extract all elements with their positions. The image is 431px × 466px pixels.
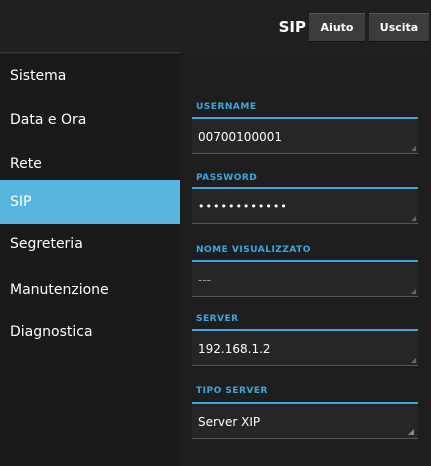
help-button[interactable]: Aiuto — [309, 13, 365, 42]
page-title: SIP — [278, 18, 306, 36]
display-name-value: --- — [198, 272, 211, 287]
password-value: •••••••••••• — [198, 200, 288, 213]
sidebar-item-manutenzione[interactable]: Manutenzione — [0, 268, 180, 312]
username-value: 00700100001 — [198, 129, 282, 144]
server-underline — [192, 329, 418, 331]
server-type-select[interactable]: Server XIP — [192, 405, 418, 439]
sidebar-item-sistema[interactable]: Sistema — [0, 54, 180, 98]
password-field[interactable]: •••••••••••• — [192, 190, 418, 224]
sidebar-item-label: Sistema — [10, 68, 67, 84]
display-name-field[interactable]: --- — [192, 263, 418, 297]
password-label: PASSWORD — [196, 173, 258, 183]
username-label: USERNAME — [196, 102, 257, 112]
resize-corner-icon — [411, 358, 416, 363]
dropdown-arrow-icon — [408, 429, 414, 435]
server-field[interactable]: 192.168.1.2 — [192, 332, 418, 366]
sidebar-item-segreteria[interactable]: Segreteria — [0, 222, 180, 266]
exit-button[interactable]: Uscita — [369, 13, 429, 42]
sidebar-item-label: Segreteria — [10, 236, 83, 252]
server-type-value: Server XIP — [198, 414, 261, 429]
sidebar-item-label: Manutenzione — [10, 282, 109, 298]
display-name-underline — [192, 260, 418, 262]
sidebar-item-diagnostica[interactable]: Diagnostica — [0, 310, 180, 354]
sidebar-item-label: SIP — [10, 194, 32, 210]
username-field[interactable]: 00700100001 — [192, 120, 418, 154]
header-bar: SIP Aiuto Uscita — [0, 0, 431, 54]
username-underline — [192, 117, 418, 119]
sidebar: Sistema Data e Ora Rete SIP Segreteria M… — [0, 54, 180, 466]
display-name-label: NOME VISUALIZZATO — [196, 245, 311, 255]
sidebar-item-sip[interactable]: SIP — [0, 180, 180, 224]
sidebar-item-label: Diagnostica — [10, 324, 93, 340]
header-divider — [0, 52, 180, 53]
resize-corner-icon — [411, 216, 416, 221]
server-type-underline — [192, 402, 418, 404]
resize-corner-icon — [411, 146, 416, 151]
sidebar-item-label: Rete — [10, 156, 42, 172]
server-type-label: TIPO SERVER — [196, 386, 268, 396]
server-value: 192.168.1.2 — [198, 341, 271, 356]
password-underline — [192, 187, 418, 189]
sip-settings-form: USERNAME 00700100001 PASSWORD ••••••••••… — [180, 54, 431, 466]
server-label: SERVER — [196, 314, 239, 324]
resize-corner-icon — [411, 289, 416, 294]
sidebar-item-label: Data e Ora — [10, 112, 87, 128]
sidebar-item-data-e-ora[interactable]: Data e Ora — [0, 98, 180, 142]
